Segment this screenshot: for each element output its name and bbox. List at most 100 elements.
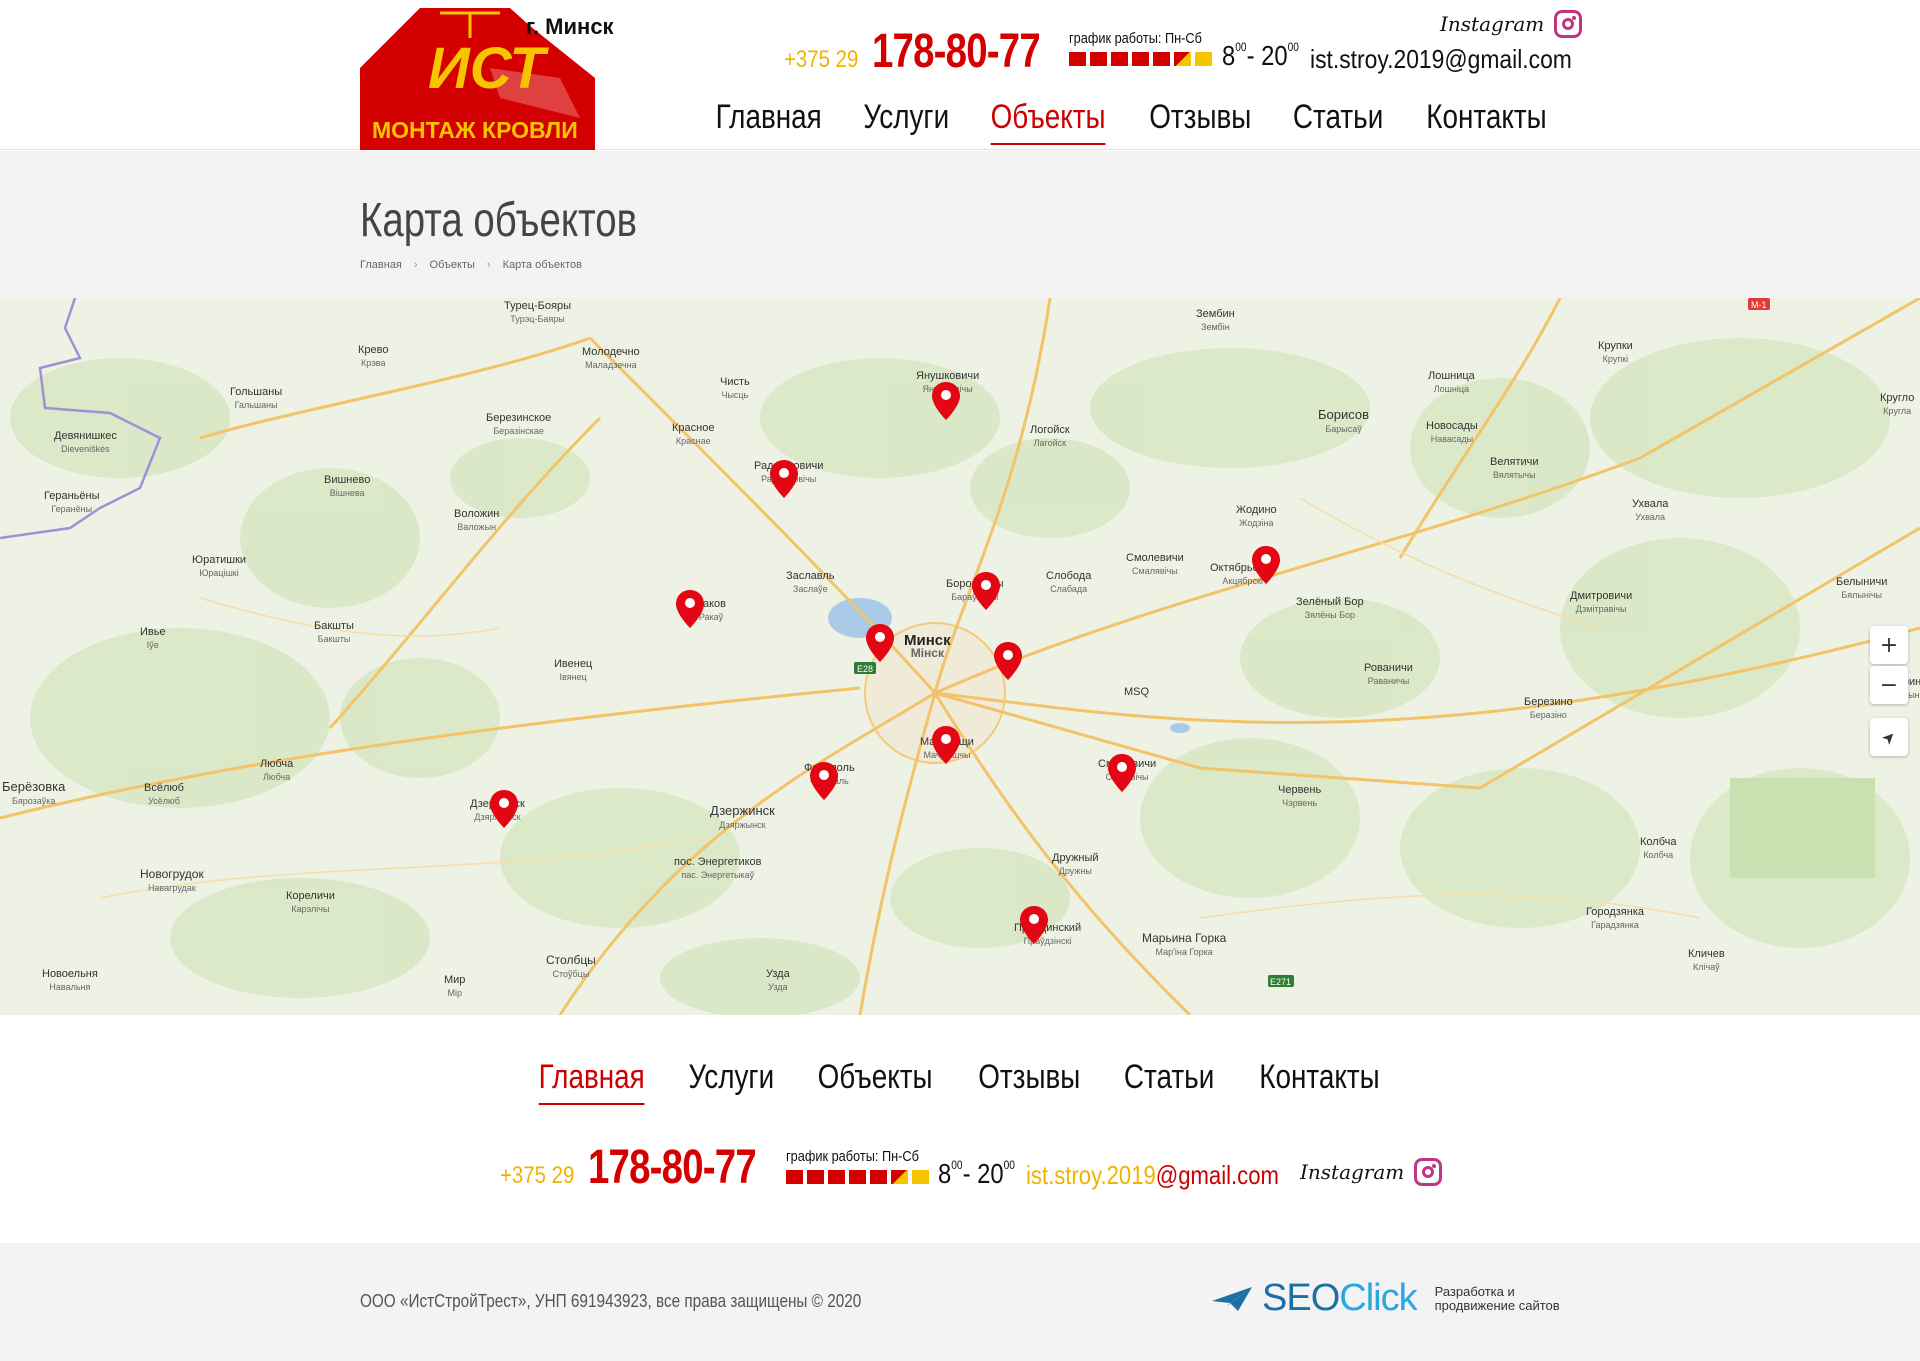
footer-nav-services[interactable]: Услуги	[688, 1058, 774, 1105]
place-label: Бакшты Бакшты	[314, 620, 354, 644]
chevron-right-icon: ›	[413, 259, 418, 271]
place-label: Девянишкес Dieveniškės	[54, 430, 117, 454]
place-label: Гольшаны Гальшаны	[230, 386, 283, 410]
header-phone[interactable]: +375 29 178-80-77	[784, 24, 1082, 79]
place-label: Червень Чэрвень	[1278, 784, 1322, 808]
place-label: Березино Беразіно	[1524, 696, 1573, 720]
header-email[interactable]: ist.stroy.2019@gmail.com	[1310, 44, 1572, 75]
place-label: Юратишки Юрацішкі	[192, 554, 247, 578]
place-label: Ухвала Ухвала	[1632, 498, 1669, 522]
place-label: Вишнево Вішнева	[324, 474, 371, 498]
day-thu	[849, 1170, 866, 1184]
place-label: Берёзовка Бярозаўка	[2, 779, 66, 806]
developer-text: Разработка и продвижение сайтов	[1434, 1283, 1560, 1313]
road-label-e28: E28	[857, 664, 873, 674]
object-map-pin[interactable]	[972, 572, 1000, 610]
phone-prefix: +375 29	[500, 1162, 575, 1189]
day-wed	[1111, 52, 1128, 66]
footer-nav-objects[interactable]: Объекты	[818, 1058, 933, 1105]
object-map-pin[interactable]	[866, 624, 894, 662]
object-map-pin[interactable]	[994, 642, 1022, 680]
place-label: Лошница Лошніца	[1428, 370, 1475, 394]
objects-map[interactable]: E28 M-1 E271 Турец-Бояры Турэц-Баяры Моло…	[0, 298, 1920, 1015]
place-label: Чисть Чысць	[720, 376, 750, 400]
footer-nav-home[interactable]: Главная	[538, 1058, 645, 1105]
footer-nav: Главная Услуги Объекты Отзывы Статьи Кон…	[0, 1058, 1920, 1105]
object-map-pin[interactable]	[1020, 906, 1048, 944]
breadcrumb-home[interactable]: Главная	[360, 259, 402, 271]
instagram-label: Instagram	[1300, 1160, 1405, 1184]
day-sat	[1174, 52, 1191, 66]
place-label: Рованичи Раваничы	[1364, 662, 1413, 686]
place-label: Дмитровичи Дзмітравічы	[1570, 590, 1633, 614]
nav-contacts[interactable]: Контакты	[1426, 98, 1546, 145]
instagram-label: Instagram	[1440, 12, 1545, 36]
object-map-pin[interactable]	[932, 726, 960, 764]
schedule-days	[786, 1170, 942, 1184]
place-label: Смолевичи Смалявічы	[1126, 552, 1184, 576]
place-label: пос. Энергетиков пас. Энергетыкаў	[674, 856, 762, 880]
place-label: Зембин Зембін	[1196, 308, 1235, 332]
instagram-link[interactable]: Instagram	[1440, 10, 1583, 38]
zoom-out-button[interactable]: −	[1870, 666, 1908, 704]
phone-number[interactable]: 178-80-77	[588, 1140, 757, 1195]
object-map-pin[interactable]	[770, 460, 798, 498]
phone-prefix: +375 29	[784, 46, 859, 73]
place-label-minsk: Минск Мінск	[904, 632, 951, 660]
nav-services[interactable]: Услуги	[863, 98, 949, 145]
footer-nav-reviews[interactable]: Отзывы	[979, 1058, 1081, 1105]
footer-instagram-link[interactable]: Instagram	[1300, 1158, 1443, 1186]
place-label: Логойск Лагойск	[1030, 424, 1070, 448]
road-label-e271: E271	[1270, 977, 1291, 987]
footer-email[interactable]: ist.stroy.2019@gmail.com	[1026, 1160, 1279, 1191]
work-schedule: график работы: Пн-Сб	[1069, 30, 1225, 66]
main-nav: Главная Услуги Объекты Отзывы Статьи Кон…	[704, 98, 1560, 145]
copyright: ООО «ИстСтройТрест», УНП 691943923, все …	[360, 1291, 862, 1311]
page-title: Карта объектов	[360, 194, 637, 247]
locate-button[interactable]: ➤	[1870, 718, 1908, 756]
footer-nav-articles[interactable]: Статьи	[1124, 1058, 1214, 1105]
place-label: Любча Любча	[260, 758, 294, 782]
instagram-icon	[1554, 10, 1583, 38]
day-sat	[891, 1170, 908, 1184]
object-map-pin[interactable]	[1252, 546, 1280, 584]
place-label: Узда Узда	[766, 968, 790, 992]
zoom-in-button[interactable]: +	[1870, 626, 1908, 664]
place-label: Гераньёны Геранёны	[44, 490, 100, 514]
place-label: Кругло Кругла	[1880, 392, 1915, 416]
city-label: г. Минск	[526, 14, 614, 39]
breadcrumb-current: Карта объектов	[502, 259, 582, 271]
place-label: Красное Краснае	[672, 422, 715, 446]
breadcrumb-objects[interactable]: Объекты	[430, 259, 475, 271]
nav-home[interactable]: Главная	[716, 98, 822, 145]
day-sun	[1195, 52, 1212, 66]
phone-number[interactable]: 178-80-77	[872, 24, 1041, 79]
title-band: Карта объектов Главная › Объекты › Карта…	[0, 151, 1920, 298]
object-map-pin[interactable]	[490, 790, 518, 828]
nav-reviews[interactable]: Отзывы	[1150, 98, 1252, 145]
schedule-days	[1069, 52, 1225, 66]
svg-text:ИСТ: ИСТ	[428, 36, 549, 101]
place-label-airport: MSQ	[1124, 686, 1150, 698]
day-fri	[870, 1170, 887, 1184]
bottom-bar: ООО «ИстСтройТрест», УНП 691943923, все …	[0, 1243, 1920, 1361]
place-label: Турец-Бояры Турэц-Баяры	[504, 300, 571, 324]
place-label: Жодино Жодзіна	[1236, 504, 1277, 528]
object-map-pin[interactable]	[932, 382, 960, 420]
place-label: Борисов Барысаў	[1318, 407, 1370, 434]
footer-schedule: график работы: Пн-Сб	[786, 1148, 942, 1184]
object-map-pin[interactable]	[676, 590, 704, 628]
paper-plane-icon	[1212, 1286, 1252, 1311]
svg-text:МОНТАЖ КРОВЛИ: МОНТАЖ КРОВЛИ	[372, 117, 578, 143]
object-map-pin[interactable]	[1108, 754, 1136, 792]
place-label: Воложин Валожын	[454, 508, 500, 532]
place-label: Слобода Слабада	[1046, 570, 1092, 594]
object-map-pin[interactable]	[810, 762, 838, 800]
nav-articles[interactable]: Статьи	[1293, 98, 1383, 145]
developer-credit[interactable]: SEOClick Разработка и продвижение сайтов	[1212, 1277, 1560, 1320]
day-tue	[1090, 52, 1107, 66]
nav-objects[interactable]: Объекты	[990, 98, 1106, 145]
place-label: Новосады Навасады	[1426, 420, 1478, 444]
footer-nav-contacts[interactable]: Контакты	[1259, 1058, 1379, 1105]
footer-phone[interactable]: +375 29 178-80-77	[500, 1140, 798, 1195]
